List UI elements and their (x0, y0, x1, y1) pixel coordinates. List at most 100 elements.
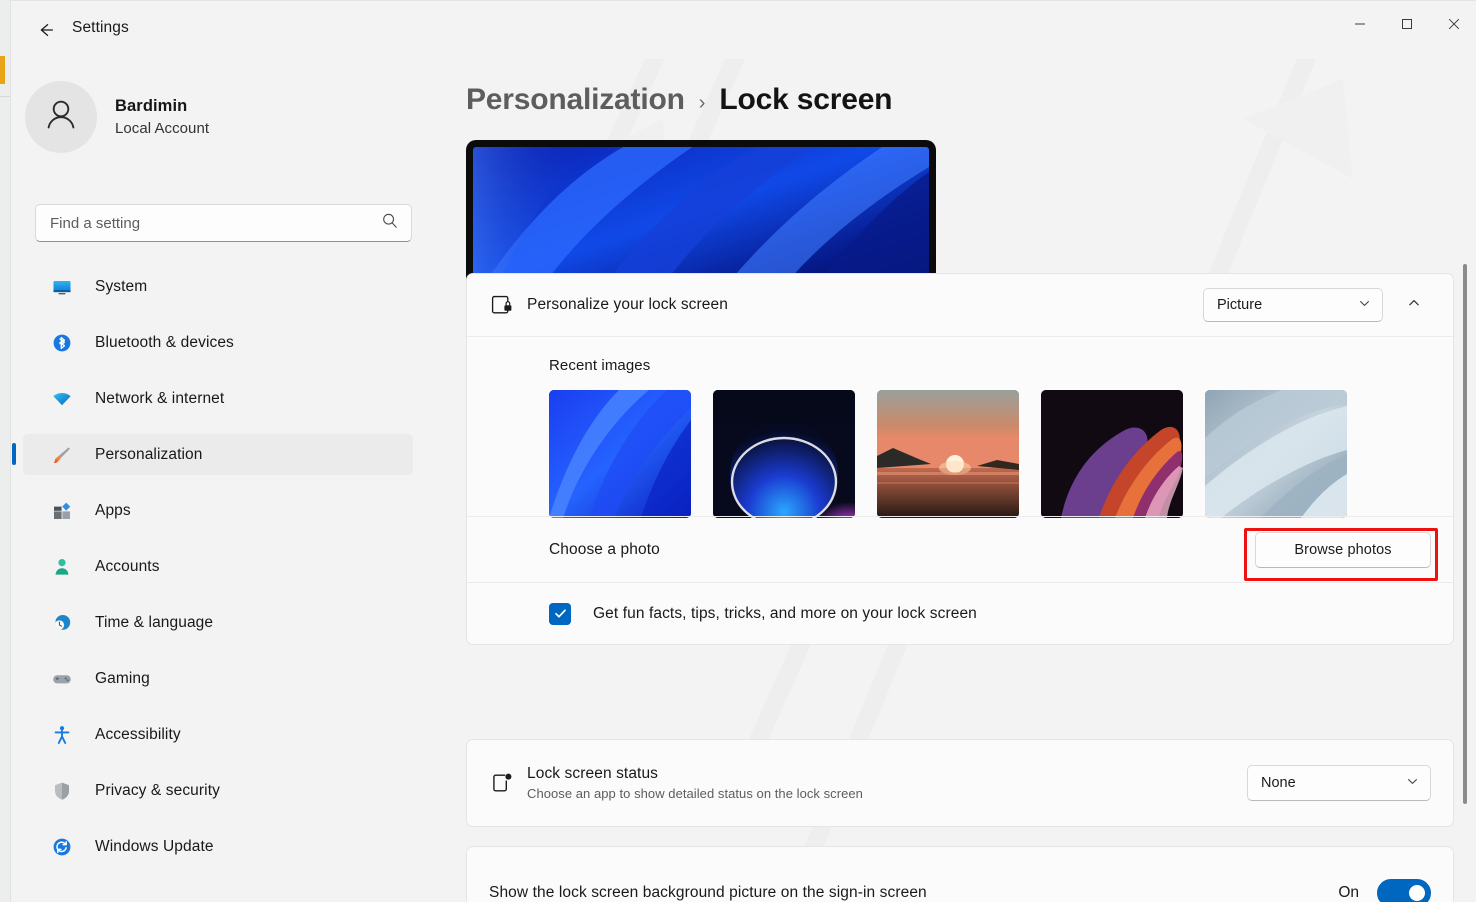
lock-screen-status-value: None (1261, 775, 1296, 791)
personalize-type-dropdown[interactable]: Picture (1203, 288, 1383, 322)
settings-window-body: Settings Bardimin Local Account Find a s… (10, 0, 1476, 902)
breadcrumb-parent[interactable]: Personalization (466, 83, 685, 117)
maximize-button[interactable] (1383, 1, 1430, 47)
sidebar-item-privacy-security[interactable]: Privacy & security (23, 770, 413, 811)
signin-toggle-state-label: On (1338, 884, 1359, 901)
recent-images-label: Recent images (549, 357, 651, 374)
background-window-divider (0, 96, 10, 97)
paintbrush-icon (49, 443, 75, 467)
signin-background-card: Show the lock screen background picture … (466, 846, 1454, 902)
signin-background-toggle[interactable] (1377, 879, 1431, 902)
sidebar-item-personalization[interactable]: Personalization (12, 434, 413, 475)
sidebar-item-time-language[interactable]: Time & language (23, 602, 413, 643)
personalize-type-value: Picture (1217, 297, 1263, 313)
back-button[interactable] (24, 14, 68, 46)
sidebar-item-label: Privacy & security (95, 781, 220, 799)
shield-icon (49, 779, 75, 803)
recent-image-thumbnail[interactable] (1205, 390, 1347, 518)
sidebar-item-label: System (95, 277, 148, 295)
sidebar-item-label: Gaming (95, 669, 150, 687)
back-arrow-icon (36, 20, 56, 40)
monitor-icon (49, 275, 75, 299)
recent-image-thumbnail[interactable] (549, 390, 691, 518)
search-box[interactable] (35, 204, 412, 242)
recent-images-row: Recent images (467, 336, 1453, 518)
sidebar-item-accounts[interactable]: Accounts (23, 546, 413, 587)
accounts-icon (49, 555, 75, 579)
bluetooth-icon (49, 331, 75, 355)
fun-facts-checkbox[interactable] (549, 602, 571, 625)
choose-photo-label: Choose a photo (549, 540, 660, 558)
profile-name: Bardimin (115, 96, 188, 115)
update-icon (49, 835, 75, 859)
collapse-section-button[interactable] (1397, 288, 1431, 322)
personalize-lock-screen-card: Personalize your lock screen Picture Rec… (466, 273, 1454, 645)
window-controls (1336, 1, 1476, 47)
sidebar-item-label: Network & internet (95, 389, 225, 407)
sidebar-item-label: Time & language (95, 613, 214, 631)
avatar (25, 81, 97, 153)
sidebar-item-label: Apps (95, 501, 131, 519)
lock-screen-status-row[interactable]: Lock screen status Choose an app to show… (467, 740, 1453, 826)
app-title: Settings (72, 19, 129, 36)
user-profile[interactable]: Bardimin Local Account (25, 81, 209, 153)
lock-screen-icon (489, 292, 527, 318)
sidebar-item-label: Personalization (95, 445, 203, 463)
background-window-accent (0, 56, 5, 84)
sidebar-item-system[interactable]: System (23, 266, 413, 307)
lock-screen-status-dropdown[interactable]: None (1247, 765, 1431, 801)
recent-image-thumbnail[interactable] (713, 390, 855, 518)
sidebar-item-label: Accessibility (95, 725, 181, 743)
content-scrollbar[interactable] (1459, 59, 1471, 902)
person-icon (40, 94, 82, 141)
signin-background-label: Show the lock screen background picture … (489, 884, 927, 901)
search-icon[interactable] (381, 212, 399, 235)
browse-photos-button[interactable]: Browse photos (1255, 531, 1431, 568)
chevron-up-icon (1407, 296, 1421, 315)
lock-screen-status-title: Lock screen status (527, 765, 659, 782)
sidebar-item-gaming[interactable]: Gaming (23, 658, 413, 699)
fun-facts-label: Get fun facts, tips, tricks, and more on… (593, 604, 977, 622)
scrollbar-thumb[interactable] (1463, 264, 1467, 804)
minimize-icon (1354, 18, 1366, 30)
recent-images-list (549, 390, 1431, 518)
chevron-down-icon (1358, 297, 1371, 314)
page-title: Lock screen (719, 83, 893, 116)
lock-screen-status-subtitle: Choose an app to show detailed status on… (527, 786, 863, 801)
sidebar-item-windows-update[interactable]: Windows Update (23, 826, 413, 867)
sidebar-item-apps[interactable]: Apps (23, 490, 413, 531)
clock-globe-icon (49, 611, 75, 635)
minimize-button[interactable] (1336, 1, 1383, 47)
apps-icon (49, 499, 75, 523)
sidebar: Bardimin Local Account Find a setting Sy… (11, 59, 423, 902)
lock-screen-status-icon (489, 770, 527, 796)
sidebar-nav: System Bluetooth & devices Network & int… (12, 266, 413, 882)
search-input[interactable] (50, 214, 381, 232)
sidebar-item-label: Accounts (95, 557, 160, 575)
choose-photo-row: Choose a photo Browse photos (467, 516, 1453, 582)
toggle-knob (1409, 885, 1425, 901)
accessibility-icon (49, 723, 75, 747)
sidebar-item-bluetooth-devices[interactable]: Bluetooth & devices (23, 322, 413, 363)
profile-account-type: Local Account (115, 119, 210, 137)
lock-screen-status-card: Lock screen status Choose an app to show… (466, 739, 1454, 827)
close-icon (1448, 18, 1460, 30)
gamepad-icon (49, 667, 75, 691)
personalize-row-title: Personalize your lock screen (527, 296, 728, 313)
breadcrumb-separator-icon: › (698, 92, 706, 114)
sidebar-item-label: Bluetooth & devices (95, 333, 234, 351)
signin-background-row[interactable]: Show the lock screen background picture … (467, 847, 1453, 902)
recent-image-thumbnail[interactable] (877, 390, 1019, 518)
sidebar-item-accessibility[interactable]: Accessibility (23, 714, 413, 755)
recent-image-thumbnail[interactable] (1041, 390, 1183, 518)
sidebar-item-network-internet[interactable]: Network & internet (23, 378, 413, 419)
personalize-row[interactable]: Personalize your lock screen Picture (467, 274, 1453, 336)
chevron-down-icon (1406, 775, 1419, 792)
maximize-icon (1401, 18, 1413, 30)
title-bar: Settings (11, 1, 1476, 59)
sidebar-item-label: Windows Update (95, 837, 214, 855)
breadcrumb: Personalization › Lock screen (466, 83, 893, 117)
content-area: Personalization › Lock screen Personaliz… (423, 59, 1476, 902)
fun-facts-row[interactable]: Get fun facts, tips, tricks, and more on… (467, 582, 1453, 644)
close-button[interactable] (1430, 1, 1476, 47)
